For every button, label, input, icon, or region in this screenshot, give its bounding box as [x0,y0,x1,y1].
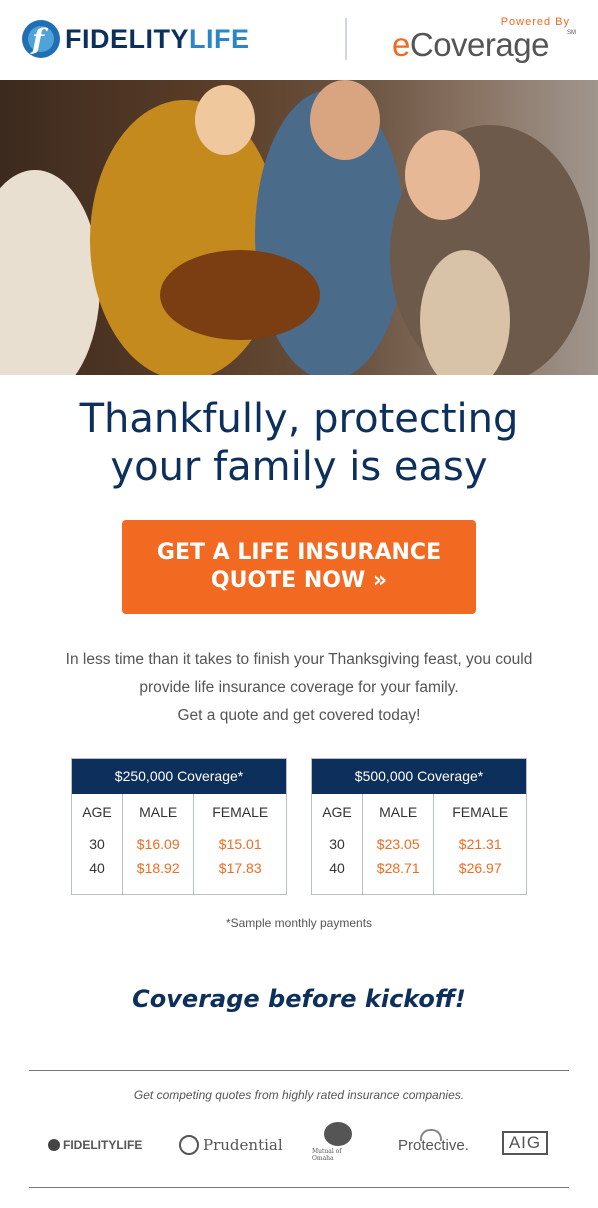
partner-prudential-logo: Prudential [179,1125,283,1165]
column-female: FEMALE [433,794,526,830]
headline-line-1: Thankfully, protecting [79,396,519,442]
rate-table-250k: $250,000 Coverage* AGE MALE FEMALE 30 $1… [71,758,287,895]
column-female: FEMALE [193,794,286,830]
get-quote-button[interactable]: GET A LIFE INSURANCE QUOTE NOW » [122,520,476,614]
rate-table-title: $250,000 Coverage* [72,759,286,794]
partner-fidelity-life-logo: FIDELITYLIFE [48,1125,142,1165]
partner-mutual-of-omaha-logo: Mutual of Omaha [312,1122,364,1162]
competing-quotes-text: Get competing quotes from highly rated i… [133,1088,465,1102]
rate-table-title: $500,000 Coverage* [312,759,526,794]
divider-bottom [29,1187,569,1188]
age-cell: 30 [329,836,345,852]
logo-text-fidelity: FIDELITY [65,23,189,54]
rate-table-500k: $500,000 Coverage* AGE MALE FEMALE 30 $2… [311,758,527,895]
body-copy: In less time than it takes to finish you… [40,646,558,730]
age-cell: 40 [89,860,105,876]
female-price-cell: $17.83 [193,858,286,894]
female-price-cell: $21.31 [433,830,526,858]
female-price-cell: $15.01 [193,830,286,858]
column-male: MALE [121,794,194,830]
table-row: 30 $16.09 $15.01 [72,830,286,858]
male-price-cell: $23.05 [361,830,434,858]
sample-payments-note: *Sample monthly payments [225,916,373,930]
body-line-3: Get a quote and get covered today! [177,707,421,724]
body-line-2: provide life insurance coverage for your… [139,679,459,696]
male-price-cell: $16.09 [121,830,194,858]
service-mark: SM [567,30,576,36]
male-price-cell: $18.92 [121,858,194,894]
kickoff-tagline: Coverage before kickoff! [132,985,466,1013]
fidelity-life-logo[interactable]: f FIDELITYLIFE [22,20,250,58]
partner-aig-logo: AIG [502,1131,548,1155]
fidelity-life-mark-icon: f [22,20,60,58]
table-row: 40 $28.71 $26.97 [312,858,526,894]
partner-aig-label: AIG [508,1133,542,1152]
table-row: 40 $18.92 $17.83 [72,858,286,894]
get-quote-button-label: GET A LIFE INSURANCE QUOTE NOW » [156,540,442,593]
headline: Thankfully, protecting your family is ea… [0,395,598,491]
column-age: AGE [82,804,112,820]
header: f FIDELITYLIFE Powered By eCoverage SM [0,0,598,80]
partner-protective-logo: Protective. [398,1125,469,1165]
ecoverage-word: Coverage [409,26,550,63]
ecoverage-e: e [392,26,410,63]
body-line-1: In less time than it takes to finish you… [65,651,533,668]
mutual-of-omaha-lion-icon [324,1122,352,1146]
ecoverage-logo[interactable]: Powered By eCoverage SM [392,16,578,66]
divider-top [29,1070,569,1071]
headline-line-2: your family is easy [110,444,488,490]
age-cell: 30 [89,836,105,852]
fidelity-life-small-icon [48,1139,60,1151]
table-row: 30 $23.05 $21.31 [312,830,526,858]
header-divider [345,18,347,60]
protective-arc-icon [420,1129,442,1141]
partner-mutual-label: Mutual of Omaha [312,1148,342,1162]
column-male: MALE [361,794,434,830]
logo-text-life: LIFE [189,23,250,54]
prudential-rock-icon [179,1135,199,1155]
partner-fidelity-label: FIDELITYLIFE [63,1138,143,1152]
partner-prudential-label: Prudential [203,1136,283,1154]
male-price-cell: $28.71 [361,858,434,894]
hero-family-photo[interactable] [0,80,598,375]
female-price-cell: $26.97 [433,858,526,894]
column-age: AGE [322,804,352,820]
age-cell: 40 [329,860,345,876]
